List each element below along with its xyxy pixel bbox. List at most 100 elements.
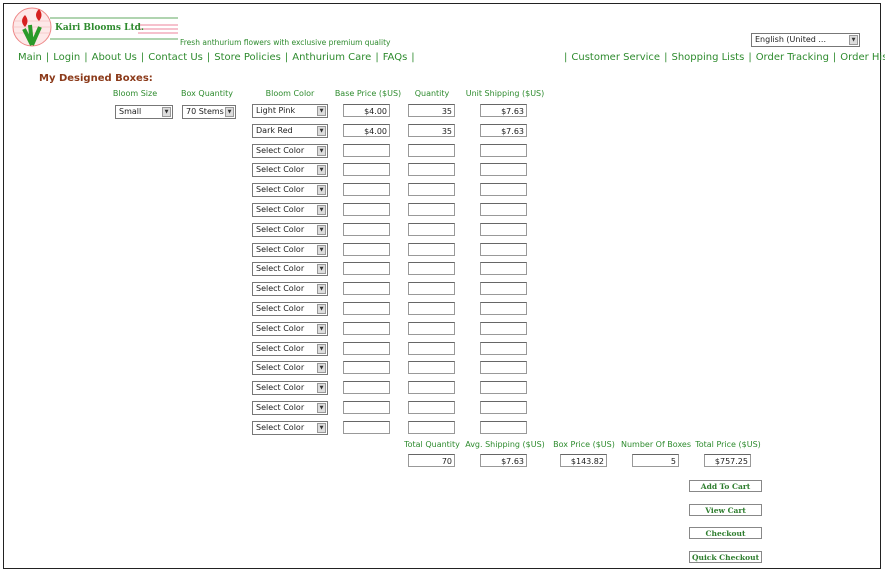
nav-link-anthurium-care[interactable]: Anthurium Care <box>292 52 371 63</box>
unit-shipping-field[interactable] <box>480 421 527 434</box>
view-cart-button[interactable]: View Cart <box>689 504 762 516</box>
bloom-color-select[interactable]: Select Color ▼ <box>252 302 328 316</box>
quantity-field[interactable] <box>408 282 455 295</box>
total-quantity-field[interactable]: 70 <box>408 454 455 467</box>
avg-shipping-field[interactable]: $7.63 <box>480 454 527 467</box>
unit-shipping-field[interactable] <box>480 361 527 374</box>
bloom-color-select[interactable]: Select Color ▼ <box>252 223 328 237</box>
nav-link-customer-service[interactable]: Customer Service <box>571 52 660 63</box>
base-price-field[interactable] <box>343 183 390 196</box>
quantity-field[interactable] <box>408 322 455 335</box>
base-price-field[interactable] <box>343 361 390 374</box>
base-price-field[interactable] <box>343 381 390 394</box>
quantity-field[interactable] <box>408 421 455 434</box>
nav-link-contact-us[interactable]: Contact Us <box>148 52 203 63</box>
quantity-field[interactable] <box>408 144 455 157</box>
quantity-field[interactable]: 35 <box>408 104 455 117</box>
quantity-field[interactable] <box>408 401 455 414</box>
quantity-field[interactable] <box>408 381 455 394</box>
quick-checkout-button[interactable]: Quick Checkout <box>689 551 762 563</box>
unit-shipping-field[interactable] <box>480 302 527 315</box>
box-quantity-select[interactable]: 70 Stems ▼ <box>182 105 236 119</box>
nav-link-main[interactable]: Main <box>18 52 42 63</box>
bloom-color-select[interactable]: Select Color ▼ <box>252 262 328 276</box>
nav-link-shopping-lists[interactable]: Shopping Lists <box>671 52 744 63</box>
base-price-field[interactable] <box>343 421 390 434</box>
base-price-field[interactable] <box>343 144 390 157</box>
unit-shipping-field[interactable] <box>480 342 527 355</box>
quantity-field[interactable] <box>408 203 455 216</box>
base-price-field[interactable]: $4.00 <box>343 104 390 117</box>
chevron-down-icon: ▼ <box>317 423 326 433</box>
unit-shipping-field[interactable] <box>480 144 527 157</box>
base-price-field[interactable] <box>343 282 390 295</box>
base-price-field[interactable]: $4.00 <box>343 124 390 137</box>
unit-shipping-field[interactable] <box>480 183 527 196</box>
nav-link-about-us[interactable]: About Us <box>92 52 137 63</box>
nav-separator: | <box>375 52 379 63</box>
base-price-field[interactable] <box>343 262 390 275</box>
base-price-field[interactable] <box>343 223 390 236</box>
base-price-field[interactable] <box>343 401 390 414</box>
box-price-field[interactable]: $143.82 <box>560 454 607 467</box>
quantity-field[interactable] <box>408 262 455 275</box>
quantity-field[interactable] <box>408 361 455 374</box>
unit-shipping-field[interactable]: $7.63 <box>480 104 527 117</box>
quantity-field[interactable] <box>408 223 455 236</box>
unit-shipping-field[interactable] <box>480 322 527 335</box>
base-price-field[interactable] <box>343 302 390 315</box>
base-price-field[interactable] <box>343 163 390 176</box>
bloom-color-value: Select Color <box>256 245 305 254</box>
base-price-field[interactable] <box>343 322 390 335</box>
unit-shipping-field[interactable] <box>480 282 527 295</box>
bloom-color-select[interactable]: Select Color ▼ <box>252 421 328 435</box>
unit-shipping-field[interactable] <box>480 401 527 414</box>
nav-separator: | <box>411 52 415 63</box>
main-nav: Main | Login | About Us | Contact Us | Store Pol… <box>18 52 419 63</box>
base-price-field[interactable] <box>343 342 390 355</box>
total-price-field[interactable]: $757.25 <box>704 454 751 467</box>
base-price-field[interactable] <box>343 203 390 216</box>
unit-shipping-field[interactable] <box>480 163 527 176</box>
bloom-color-select[interactable]: Select Color ▼ <box>252 342 328 356</box>
checkout-button[interactable]: Checkout <box>689 527 762 539</box>
bloom-color-value: Select Color <box>256 363 305 372</box>
nav-link-faqs[interactable]: FAQs <box>383 52 408 63</box>
nav-link-login[interactable]: Login <box>53 52 80 63</box>
quantity-field[interactable] <box>408 342 455 355</box>
language-select[interactable]: English (United ... ▼ <box>751 33 860 47</box>
nav-link-store-policies[interactable]: Store Policies <box>214 52 281 63</box>
unit-shipping-field[interactable] <box>480 223 527 236</box>
unit-shipping-field[interactable] <box>480 243 527 256</box>
bloom-color-select[interactable]: Select Color ▼ <box>252 361 328 375</box>
box-quantity-value: 70 Stems <box>186 107 224 116</box>
quantity-field[interactable] <box>408 302 455 315</box>
quantity-field[interactable] <box>408 163 455 176</box>
bloom-color-select[interactable]: Select Color ▼ <box>252 183 328 197</box>
bloom-size-select[interactable]: Small ▼ <box>115 105 173 119</box>
add-to-cart-button[interactable]: Add To Cart <box>689 480 762 492</box>
bloom-color-select[interactable]: Light Pink ▼ <box>252 104 328 118</box>
bloom-color-select[interactable]: Select Color ▼ <box>252 322 328 336</box>
bloom-color-select[interactable]: Select Color ▼ <box>252 381 328 395</box>
quantity-field[interactable]: 35 <box>408 124 455 137</box>
number-of-boxes-field[interactable]: 5 <box>632 454 679 467</box>
bloom-color-select[interactable]: Dark Red ▼ <box>252 124 328 138</box>
quantity-field[interactable] <box>408 243 455 256</box>
quantity-field[interactable] <box>408 183 455 196</box>
bloom-color-select[interactable]: Select Color ▼ <box>252 243 328 257</box>
chevron-down-icon: ▼ <box>317 304 326 314</box>
base-price-field[interactable] <box>343 243 390 256</box>
bloom-color-select[interactable]: Select Color ▼ <box>252 163 328 177</box>
bloom-color-select[interactable]: Select Color ▼ <box>252 203 328 217</box>
bloom-color-select[interactable]: Select Color ▼ <box>252 144 328 158</box>
bloom-color-select[interactable]: Select Color ▼ <box>252 282 328 296</box>
unit-shipping-field[interactable] <box>480 262 527 275</box>
unit-shipping-field[interactable] <box>480 203 527 216</box>
nav-link-order-tracking[interactable]: Order Tracking <box>756 52 829 63</box>
bloom-color-select[interactable]: Select Color ▼ <box>252 401 328 415</box>
nav-link-order-history[interactable]: Order History <box>840 52 885 63</box>
bloom-color-value: Select Color <box>256 185 305 194</box>
unit-shipping-field[interactable] <box>480 381 527 394</box>
unit-shipping-field[interactable]: $7.63 <box>480 124 527 137</box>
